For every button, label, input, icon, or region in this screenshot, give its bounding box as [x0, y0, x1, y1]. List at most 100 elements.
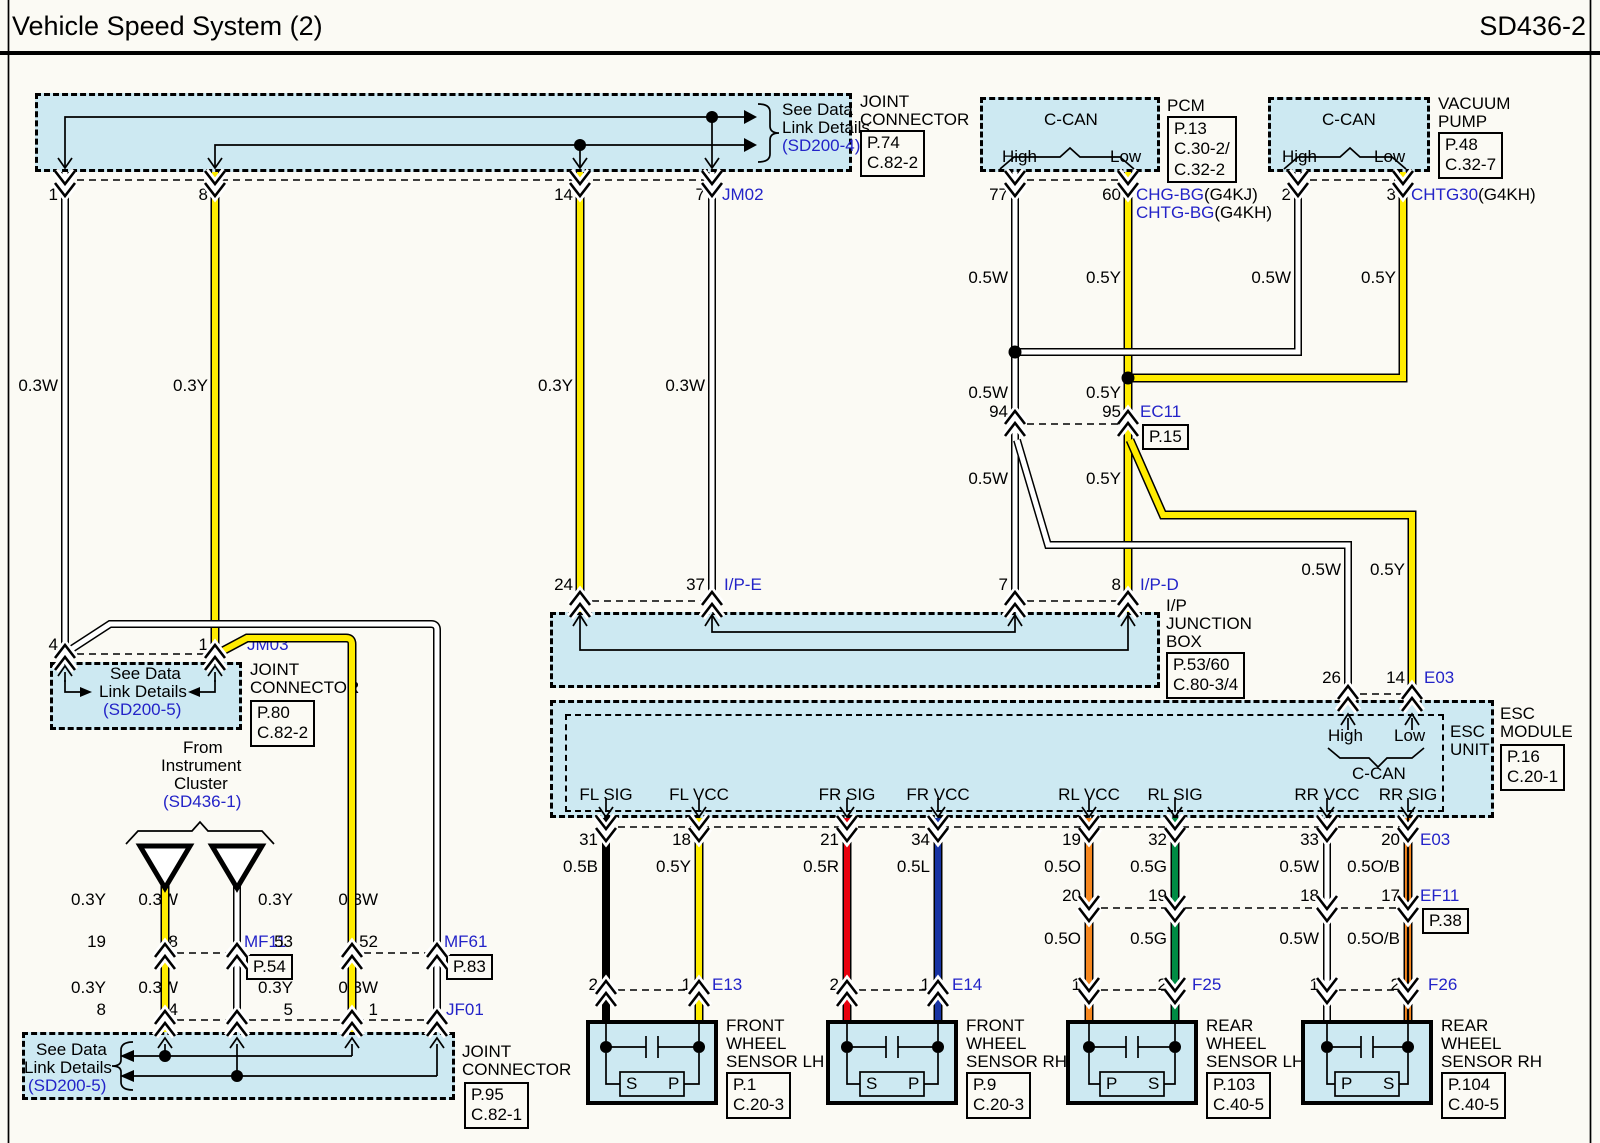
wire-size-label: 0.3Y	[233, 890, 293, 909]
wire-size-label: 0.5W	[1281, 560, 1341, 579]
pin-label: 18	[118, 932, 178, 951]
connector-id: EC11	[1140, 402, 1181, 421]
connector-id: E13	[712, 975, 742, 994]
wire-code: CHTG30	[1411, 185, 1478, 204]
component-label: WHEEL	[1441, 1034, 1501, 1053]
component-label: WHEEL	[966, 1034, 1026, 1053]
page-ref: P.95	[471, 1085, 522, 1105]
connector-id: E03	[1420, 830, 1450, 849]
bus-label: C-CAN	[1352, 764, 1406, 783]
pin-label: 19	[46, 932, 106, 951]
see-data-note: Link Details	[99, 682, 187, 701]
wire-size-label: 0.5R	[779, 857, 839, 876]
pin-label: 52	[318, 932, 378, 951]
pin-label: 37	[645, 575, 705, 594]
pin-label: 2	[538, 975, 598, 994]
signal-label: FL VCC	[659, 785, 739, 804]
conn-ref: C.82-2	[867, 153, 918, 173]
ref-box-vacuum: P.48C.32-7	[1438, 132, 1503, 179]
terminal-letter: S	[866, 1074, 877, 1093]
wire-size-label: 0.5Y	[1061, 469, 1121, 488]
pin-label: 17	[1340, 886, 1400, 905]
conn-ref: C.40-5	[1213, 1095, 1264, 1115]
source-note: Instrument	[161, 756, 241, 775]
wire-code: CHTG-BG	[1136, 203, 1214, 222]
component-label: BOX	[1166, 632, 1202, 651]
terminal-letter: P	[908, 1074, 919, 1093]
pin-label: 7	[948, 575, 1008, 594]
wire-size-label: 0.5G	[1107, 929, 1167, 948]
ref-box-ef11: P.38	[1422, 908, 1469, 934]
pin-label: 60	[1061, 185, 1121, 204]
source-note: From	[183, 738, 223, 757]
component-label: SENSOR RH	[966, 1052, 1067, 1071]
triangle-letter: B	[159, 849, 170, 868]
wire-size-label: 0.5Y	[631, 857, 691, 876]
pin-label: 8	[148, 185, 208, 204]
see-data-ref-link: (SD200-5)	[103, 700, 181, 719]
joint-connector-jm02-box	[35, 93, 852, 172]
wire-size-label: 0.3W	[645, 376, 705, 395]
page-ref: P.80	[257, 703, 308, 723]
see-data-note: See Data	[782, 100, 853, 119]
connector-id: I/P-E	[724, 575, 762, 594]
see-data-note: See Data	[36, 1040, 107, 1059]
terminal-letter: S	[1383, 1074, 1394, 1093]
page-ref: P.13	[1174, 119, 1230, 139]
wire-code: CHG-BG	[1136, 185, 1204, 204]
conn-ref: C.82-2	[257, 723, 308, 743]
can-low-label: Low	[1110, 147, 1141, 166]
page-ref: P.74	[867, 133, 918, 153]
bus-label: C-CAN	[1044, 110, 1098, 129]
front-wheel-sensor-lh-box	[586, 1020, 718, 1105]
conn-ref: C.20-3	[973, 1095, 1024, 1115]
ref-box-jf01: P.95C.82-1	[464, 1082, 529, 1129]
connector-id: JM03	[247, 635, 289, 654]
pin-label: 18	[1259, 886, 1319, 905]
connector-id: MF61	[444, 932, 487, 951]
pin-label: 2	[1231, 185, 1291, 204]
see-data-note: Link Details	[782, 118, 870, 137]
rear-wheel-sensor-lh-box	[1066, 1020, 1198, 1105]
component-label: JUNCTION	[1166, 614, 1252, 633]
pin-label: 24	[513, 575, 573, 594]
wire-size-label: 0.3W	[118, 890, 178, 909]
pin-label: 26	[1281, 668, 1341, 687]
page-ref: P.83	[453, 957, 486, 977]
signal-label: RR SIG	[1368, 785, 1448, 804]
pin-label: 1	[631, 975, 691, 994]
wire-size-label: 0.5Y	[1336, 268, 1396, 287]
see-data-note: Link Details	[24, 1058, 112, 1077]
wire-size-label: 0.3W	[118, 978, 178, 997]
signal-label: RL SIG	[1135, 785, 1215, 804]
wire-id-label: CHTG30(G4KH)	[1411, 185, 1536, 204]
wire-suffix: (G4KH)	[1478, 185, 1536, 204]
ref-box-jm03: P.80C.82-2	[250, 700, 315, 747]
wire-size-label: 0.5W	[948, 383, 1008, 402]
ref-box-pcm: P.13C.30-2/C.32-2	[1167, 116, 1237, 183]
page-ref: P.103	[1213, 1075, 1264, 1095]
wiring-diagram-page: Vehicle Speed System (2) SD436-2 See Dat…	[0, 0, 1600, 1143]
signal-label: RL VCC	[1049, 785, 1129, 804]
component-label: CONNECTOR	[250, 678, 359, 697]
pin-label: 34	[870, 830, 930, 849]
see-data-note: See Data	[110, 664, 181, 683]
rear-wheel-sensor-rh-box	[1301, 1020, 1433, 1105]
pin-label: 21	[779, 830, 839, 849]
wire-size-label: 0.3Y	[148, 376, 208, 395]
wire-size-label: 0.5O/B	[1340, 857, 1400, 876]
pin-label: 2	[779, 975, 839, 994]
wire-size-label: 0.3Y	[46, 890, 106, 909]
ref-box-sensor: P.1C.20-3	[726, 1072, 791, 1119]
ref-box-mf61: P.83	[446, 954, 493, 980]
wire-size-label: 0.3Y	[46, 978, 106, 997]
component-label: MODULE	[1500, 722, 1573, 741]
signal-label: RR VCC	[1287, 785, 1367, 804]
component-label: JOINT	[462, 1042, 511, 1061]
conn-ref: C.82-1	[471, 1105, 522, 1125]
wire-suffix: (G4KH)	[1214, 203, 1272, 222]
wire-size-label: 0.5W	[1259, 929, 1319, 948]
component-label: JOINT	[250, 660, 299, 679]
ip-junction-box	[550, 612, 1160, 688]
wire-size-label: 0.5B	[538, 857, 598, 876]
